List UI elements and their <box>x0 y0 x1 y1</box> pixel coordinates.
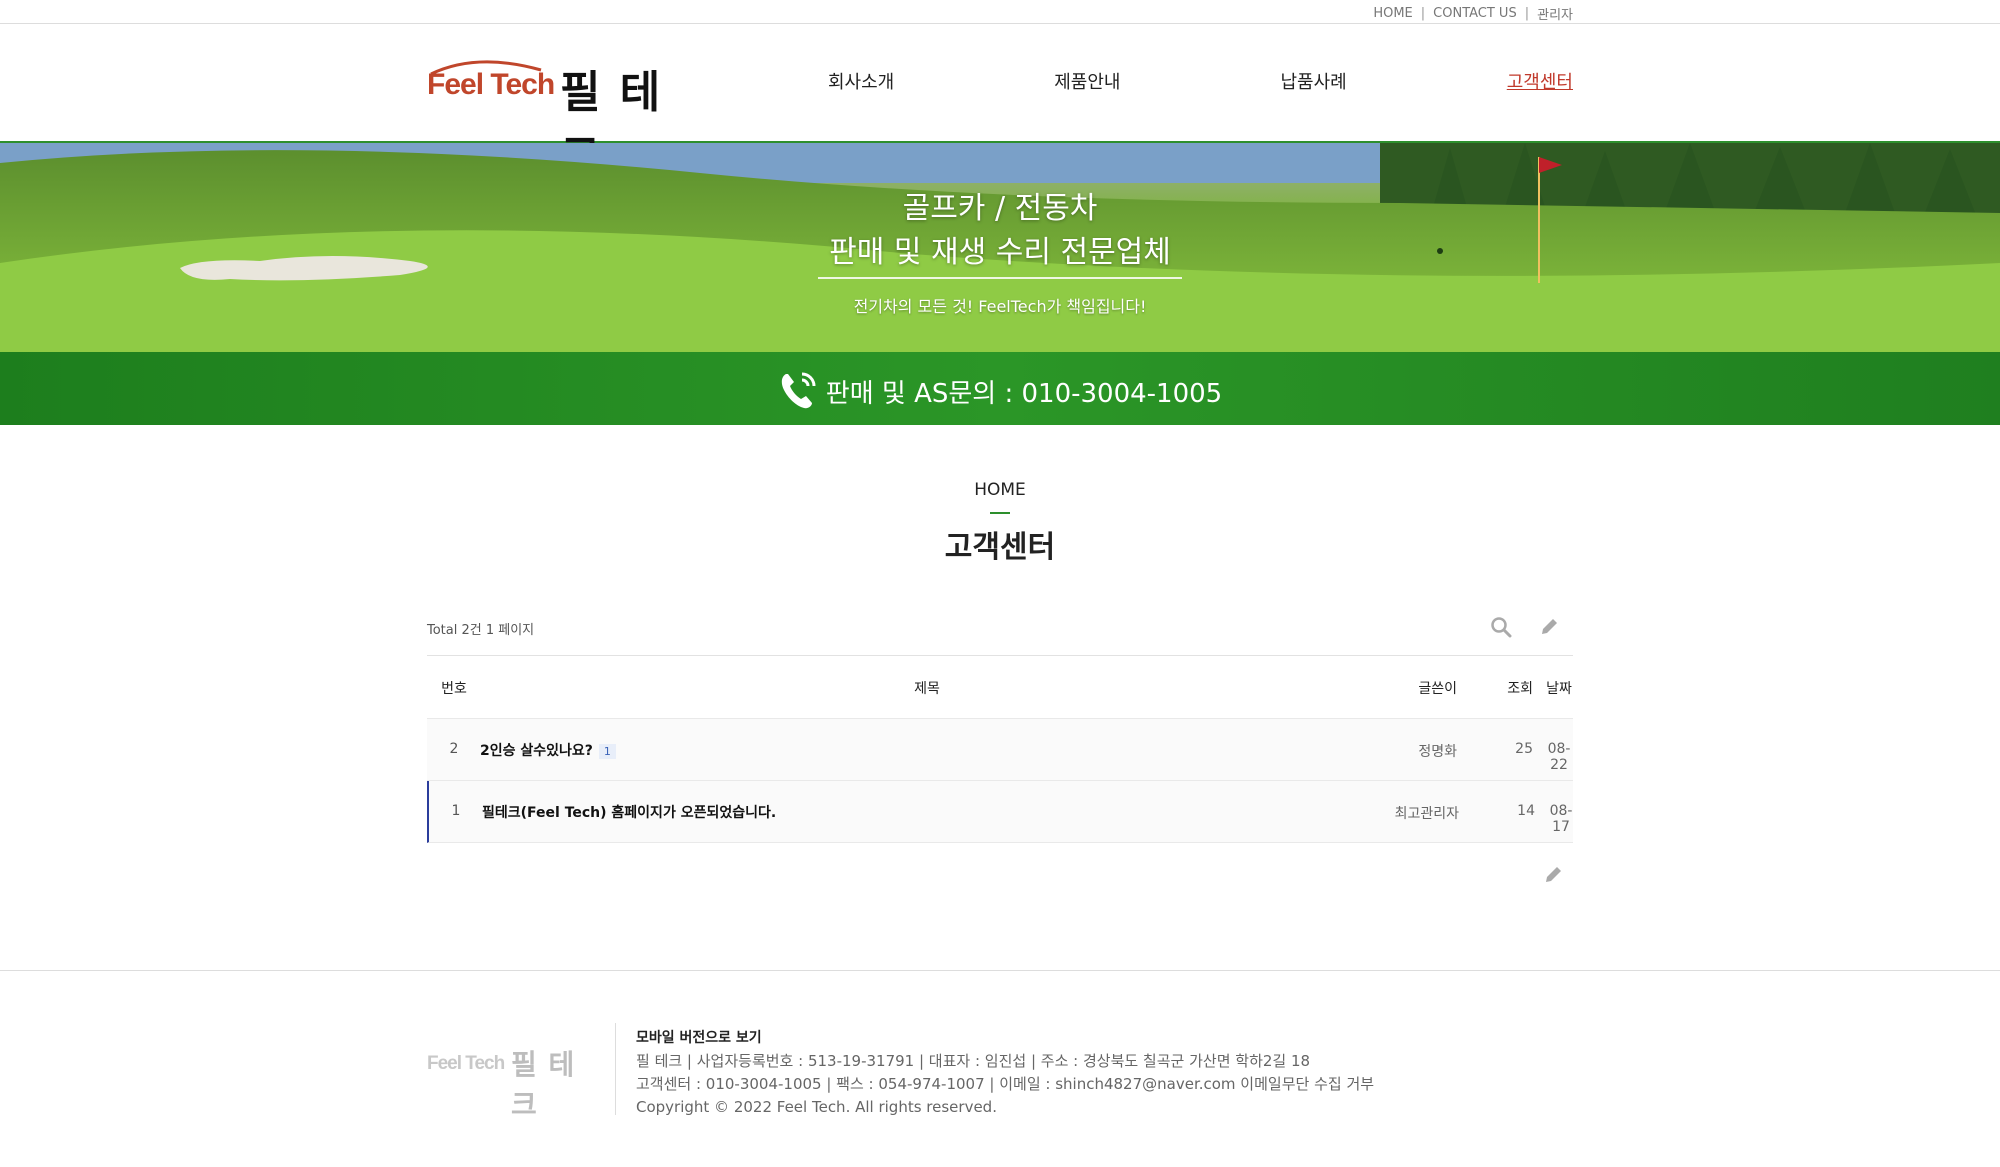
column-header-hits[interactable]: 조회 <box>1477 678 1533 698</box>
phone-icon <box>781 372 816 409</box>
footer-contact-info: 고객센터 : 010-3004-1005 | 팩스 : 054-974-1007… <box>636 1075 1375 1093</box>
footer-divider <box>615 1023 616 1115</box>
footer-company-info: 필 테크 | 사업자등록번호 : 513-19-31791 | 대표자 : 임진… <box>636 1052 1311 1070</box>
top-utility-bar: HOME | CONTACT US | 관리자 <box>0 0 2000 24</box>
banner-subtitle: 전기차의 모든 것! FeelTech가 책임집니다! <box>853 297 1147 316</box>
column-header-title: 제목 <box>914 681 940 697</box>
mobile-version-link[interactable]: 모바일 버전으로 보기 <box>636 1030 762 1046</box>
banner-divider <box>818 277 1182 279</box>
page-title: 고객센터 <box>944 530 1056 565</box>
separator: | <box>1524 6 1530 21</box>
row-number: 1 <box>451 803 461 819</box>
admin-link[interactable]: 관리자 <box>1537 4 1573 23</box>
breadcrumb: HOME <box>974 480 1026 500</box>
row-writer[interactable]: 최고관리자 <box>1359 803 1459 823</box>
banner-title-line1: 골프카 / 전동차 <box>902 191 1098 226</box>
main-nav: 회사소개 제품안내 납품사례 고객센터 <box>828 68 1573 94</box>
heading-accent-line <box>990 512 1010 514</box>
contact-us-link[interactable]: CONTACT US <box>1433 6 1517 21</box>
board-table: 번호 제목 글쓴이 조회 날짜 2 2인승 살수있나요? 1 정명화 25 08-… <box>427 655 1573 843</box>
table-row[interactable]: 2 2인승 살수있나요? 1 정명화 25 08-22 <box>427 719 1573 781</box>
banner-title-line2: 판매 및 재생 수리 전문업체 <box>829 235 1171 270</box>
nav-customer-center[interactable]: 고객센터 <box>1507 68 1573 94</box>
table-row[interactable]: 1 필테크(Feel Tech) 홈페이지가 오픈되었습니다. 최고관리자 14… <box>427 781 1573 843</box>
hero-banner: 골프카 / 전동차 판매 및 재생 수리 전문업체 전기차의 모든 것! Fee… <box>0 143 2000 352</box>
footer-logo-korean: 필 테크 <box>511 1048 576 1121</box>
footer-logo: Feel Tech 필 테크 <box>427 1043 597 1121</box>
comment-count-badge: 1 <box>598 744 616 759</box>
site-logo[interactable]: Feel Tech 필 테크 <box>427 56 687 182</box>
row-number: 2 <box>449 741 459 757</box>
site-header: Feel Tech 필 테크 회사소개 제품안내 납품사례 고객센터 <box>0 24 2000 182</box>
post-title-link[interactable]: 필테크(Feel Tech) 홈페이지가 오픈되었습니다. <box>482 805 776 821</box>
row-hits: 14 <box>1517 803 1535 819</box>
home-link[interactable]: HOME <box>1373 6 1412 21</box>
row-date: 08-17 <box>1549 803 1573 835</box>
footer-logo-english: Feel Tech <box>427 1053 505 1074</box>
post-title-link[interactable]: 2인승 살수있나요? <box>480 743 593 759</box>
footer-info: 모바일 버전으로 보기 필 테크 | 사업자등록번호 : 513-19-3179… <box>636 1027 1374 1119</box>
row-hits: 25 <box>1515 741 1533 757</box>
site-footer: Feel Tech 필 테크 모바일 버전으로 보기 필 테크 | 사업자등록번… <box>0 970 2000 1167</box>
logo-english: Feel Tech <box>427 68 555 101</box>
call-bar: 판매 및 AS문의 : 010-3004-1005 <box>0 352 2000 425</box>
footer-copyright: Copyright © 2022 Feel Tech. All rights r… <box>636 1098 997 1116</box>
separator: | <box>1420 6 1426 21</box>
nav-company[interactable]: 회사소개 <box>828 68 894 94</box>
row-subject: 2인승 살수있나요? 1 <box>480 740 616 760</box>
row-date: 08-22 <box>1547 741 1571 773</box>
call-text: 판매 및 AS문의 : 010-3004-1005 <box>825 379 1223 409</box>
column-header-writer[interactable]: 글쓴이 <box>1357 678 1457 698</box>
pencil-icon[interactable] <box>1542 864 1564 886</box>
nav-products[interactable]: 제품안내 <box>1054 68 1120 94</box>
column-header-date[interactable]: 날짜 <box>1539 678 1579 698</box>
table-header: 번호 제목 글쓴이 조회 날짜 <box>427 656 1573 719</box>
search-icon[interactable] <box>1490 616 1512 638</box>
row-writer[interactable]: 정명화 <box>1357 741 1457 761</box>
utility-links: HOME | CONTACT US | 관리자 <box>1373 4 1573 23</box>
nav-cases[interactable]: 납품사례 <box>1281 68 1347 94</box>
board-total-info: Total 2건 1 페이지 <box>427 623 535 638</box>
pencil-icon[interactable] <box>1538 616 1560 638</box>
board-tools <box>1490 616 1560 638</box>
call-info: 판매 및 AS문의 : 010-3004-1005 <box>0 370 2000 410</box>
row-subject: 필테크(Feel Tech) 홈페이지가 오픈되었습니다. <box>482 802 776 822</box>
